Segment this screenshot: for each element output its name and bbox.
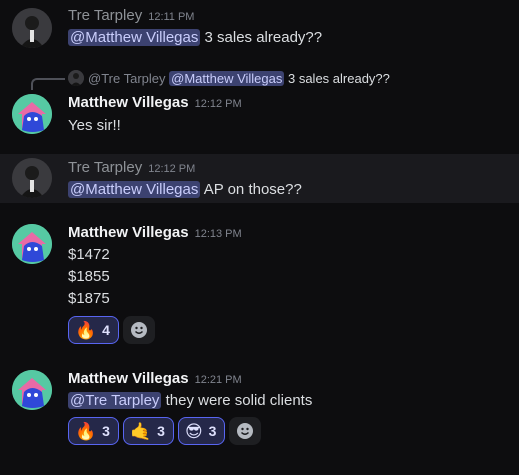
add-reaction-icon xyxy=(130,322,147,338)
author-line: Matthew Villegas 12:12 PM xyxy=(68,94,242,111)
message: Tre Tarpley 12:11 PM @Matthew Villegas 3 … xyxy=(0,0,519,56)
user-avatar-icon xyxy=(12,94,52,134)
message: Matthew Villegas 12:13 PM $1472 $1855 $18… xyxy=(0,220,519,350)
mention[interactable]: @Matthew Villegas xyxy=(68,29,201,46)
add-reaction-button[interactable] xyxy=(122,316,155,344)
message-line: $1855 xyxy=(68,268,110,285)
author-line: Tre Tarpley 12:12 PM xyxy=(68,159,195,176)
avatar[interactable] xyxy=(12,8,52,48)
timestamp: 12:13 PM xyxy=(194,228,242,240)
message-text: Yes sir!! xyxy=(68,117,121,134)
reactions-bar: 🔥 4 xyxy=(68,316,155,344)
message: Matthew Villegas 12:21 PM @Tre Tarpley th… xyxy=(0,366,519,466)
reaction-count: 4 xyxy=(102,322,110,338)
mention[interactable]: @Tre Tarpley xyxy=(68,392,162,409)
reaction-sunglasses[interactable]: 😎 3 xyxy=(177,417,226,445)
message-text: they were solid clients xyxy=(165,392,313,409)
message: Tre Tarpley 12:12 PM @Matthew Villegas AP… xyxy=(0,154,519,203)
reaction-count: 3 xyxy=(102,423,110,439)
avatar[interactable] xyxy=(12,94,52,134)
reaction-count: 3 xyxy=(208,423,217,439)
timestamp: 12:21 PM xyxy=(194,374,242,386)
user-avatar-icon xyxy=(12,370,52,410)
timestamp: 12:12 PM xyxy=(194,98,242,110)
message: Matthew Villegas 12:12 PM Yes sir!! xyxy=(0,90,519,146)
author-name[interactable]: Tre Tarpley xyxy=(68,7,142,24)
avatar[interactable] xyxy=(12,158,52,198)
reactions-bar: 🔥 3 🤙 3 😎 3 xyxy=(68,417,262,445)
message-line: $1875 xyxy=(68,290,110,307)
avatar[interactable] xyxy=(12,370,52,410)
avatar[interactable] xyxy=(12,224,52,264)
message-content: $1472 $1855 $1875 xyxy=(68,244,110,310)
user-avatar-icon xyxy=(12,224,52,264)
message-content: @Matthew Villegas AP on those?? xyxy=(68,179,302,201)
author-name[interactable]: Tre Tarpley xyxy=(68,159,142,176)
fire-emoji-icon: 🔥 xyxy=(75,421,97,441)
add-reaction-icon xyxy=(237,423,254,439)
message-content: Yes sir!! xyxy=(68,115,121,137)
reaction-fire[interactable]: 🔥 4 xyxy=(68,316,119,344)
reply-spine xyxy=(31,78,65,90)
reply-text: 3 sales already?? xyxy=(287,71,390,86)
sunglasses-emoji-icon: 😎 xyxy=(184,421,203,441)
reply-preview[interactable]: @Tre Tarpley @Matthew Villegas 3 sales a… xyxy=(68,70,390,86)
message-content: @Tre Tarpley they were solid clients xyxy=(68,390,312,412)
message-text: 3 sales already?? xyxy=(204,29,323,46)
reaction-count: 3 xyxy=(157,423,165,439)
reply-avatar xyxy=(68,70,84,86)
author-name[interactable]: Matthew Villegas xyxy=(68,224,189,241)
author-line: Matthew Villegas 12:13 PM xyxy=(68,224,242,241)
author-name[interactable]: Matthew Villegas xyxy=(68,94,189,111)
add-reaction-button[interactable] xyxy=(229,417,262,445)
mention[interactable]: @Matthew Villegas xyxy=(68,181,201,198)
timestamp: 12:12 PM xyxy=(148,163,196,175)
fire-emoji-icon: 🔥 xyxy=(75,320,97,340)
user-avatar-icon xyxy=(12,158,52,198)
message-text: AP on those?? xyxy=(203,181,302,198)
reply-author[interactable]: @Tre Tarpley xyxy=(88,71,166,86)
author-line: Tre Tarpley 12:11 PM xyxy=(68,7,194,24)
user-avatar-icon xyxy=(12,8,52,48)
message-content: @Matthew Villegas 3 sales already?? xyxy=(68,27,322,49)
message-line: $1472 xyxy=(68,246,110,263)
reaction-call-me-hand[interactable]: 🤙 3 xyxy=(122,417,174,445)
timestamp: 12:11 PM xyxy=(148,11,195,23)
author-line: Matthew Villegas 12:21 PM xyxy=(68,370,242,387)
reaction-fire[interactable]: 🔥 3 xyxy=(68,417,119,445)
reply-mention[interactable]: @Matthew Villegas xyxy=(169,71,285,86)
call-me-hand-emoji-icon: 🤙 xyxy=(129,421,152,441)
author-name[interactable]: Matthew Villegas xyxy=(68,370,189,387)
